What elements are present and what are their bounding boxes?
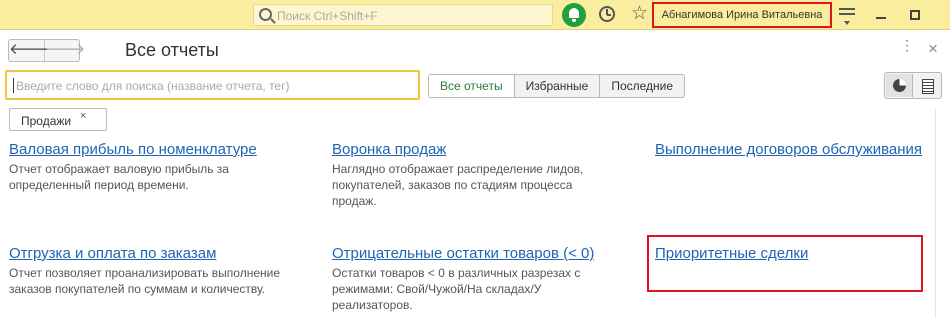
report-link[interactable]: Выполнение договоров обслуживания [655, 141, 922, 159]
scroll-area-edge [935, 108, 936, 318]
report-link[interactable]: Воронка продаж [332, 141, 583, 159]
report-item: Отрицательные остатки товаров (< 0) Оста… [332, 245, 594, 313]
report-item: Выполнение договоров обслуживания [655, 141, 922, 159]
report-description: Отчет отображает валовую прибыль за опре… [9, 161, 257, 193]
forward-arrow-icon[interactable]: 🡒 [45, 40, 85, 61]
chart-view-pie-icon[interactable] [886, 74, 913, 97]
report-description-line: Наглядно отображает распределение лидов, [332, 162, 584, 176]
report-item: Воронка продаж Наглядно отображает распр… [332, 141, 583, 209]
report-description: Наглядно отображает распределение лидов,… [332, 161, 583, 209]
list-view-document-icon[interactable] [914, 74, 941, 97]
report-description-line: покупателей, заказов по стадиям процесса [332, 178, 573, 192]
report-search-placeholder: Введите слово для поиска (название отчет… [16, 79, 290, 93]
report-description-line: Отчет отображает валовую прибыль за [9, 162, 229, 176]
highlight-frame [647, 235, 923, 292]
report-search-input[interactable]: Введите слово для поиска (название отчет… [5, 70, 420, 100]
tag-filter-label: Продажи [21, 114, 72, 128]
maximize-window-icon[interactable] [910, 10, 920, 20]
report-filter-tabs: Все отчеты Избранные Последние [428, 74, 686, 99]
report-description-line: Остатки товаров < 0 в различных разрезах… [332, 266, 581, 280]
top-bar: Поиск Ctrl+Shift+F ☆ Абнагимова Ирина Ви… [0, 0, 950, 30]
minimize-window-icon[interactable] [876, 17, 886, 19]
view-mode-toggle [884, 72, 942, 99]
report-link[interactable]: Отрицательные остатки товаров (< 0) [332, 245, 594, 263]
report-description-line: Отчет позволяет проанализировать выполне… [9, 266, 281, 280]
report-description-line: реализаторов. [332, 298, 413, 312]
report-description: Остатки товаров < 0 в различных разрезах… [332, 265, 594, 313]
report-description-line: продаж. [332, 194, 377, 208]
more-actions-icon[interactable]: ⋮ [900, 38, 914, 52]
tab-favorites[interactable]: Избранные [513, 74, 601, 98]
favorites-star-icon[interactable]: ☆ [631, 3, 648, 25]
main-menu-icon[interactable] [839, 8, 855, 25]
report-link[interactable]: Валовая прибыль по номенклатуре [9, 141, 257, 159]
page-title: Все отчеты [125, 40, 219, 60]
back-arrow-icon[interactable]: 🡐 [9, 40, 49, 61]
global-search-input[interactable]: Поиск Ctrl+Shift+F [253, 4, 553, 26]
tab-all-reports[interactable]: Все отчеты [428, 74, 515, 98]
remove-filter-icon[interactable]: × [80, 110, 86, 122]
report-item: Отгрузка и оплата по заказам Отчет позво… [9, 245, 280, 297]
report-description-line: заказов покупателей по суммам и количест… [9, 282, 266, 296]
text-cursor [13, 78, 14, 93]
report-description-line: режимами: Свой/Чужой/На складах/У [332, 282, 542, 296]
report-link[interactable]: Отгрузка и оплата по заказам [9, 245, 280, 263]
close-form-icon[interactable]: × [928, 39, 938, 59]
tag-filter-chip[interactable]: Продажи × [9, 108, 107, 131]
current-user-name[interactable]: Абнагимова Ирина Витальевна [652, 2, 832, 28]
navigation-buttons: 🡐 🡒 [8, 39, 85, 62]
report-description: Отчет позволяет проанализировать выполне… [9, 265, 280, 297]
history-clock-icon[interactable] [599, 6, 615, 22]
search-icon [259, 8, 272, 21]
tab-recent[interactable]: Последние [599, 74, 686, 98]
global-search-placeholder: Поиск Ctrl+Shift+F [277, 9, 378, 23]
notifications-bell-icon[interactable] [562, 3, 586, 27]
report-description-line: определенный период времени. [9, 178, 189, 192]
report-item: Валовая прибыль по номенклатуре Отчет от… [9, 141, 257, 193]
